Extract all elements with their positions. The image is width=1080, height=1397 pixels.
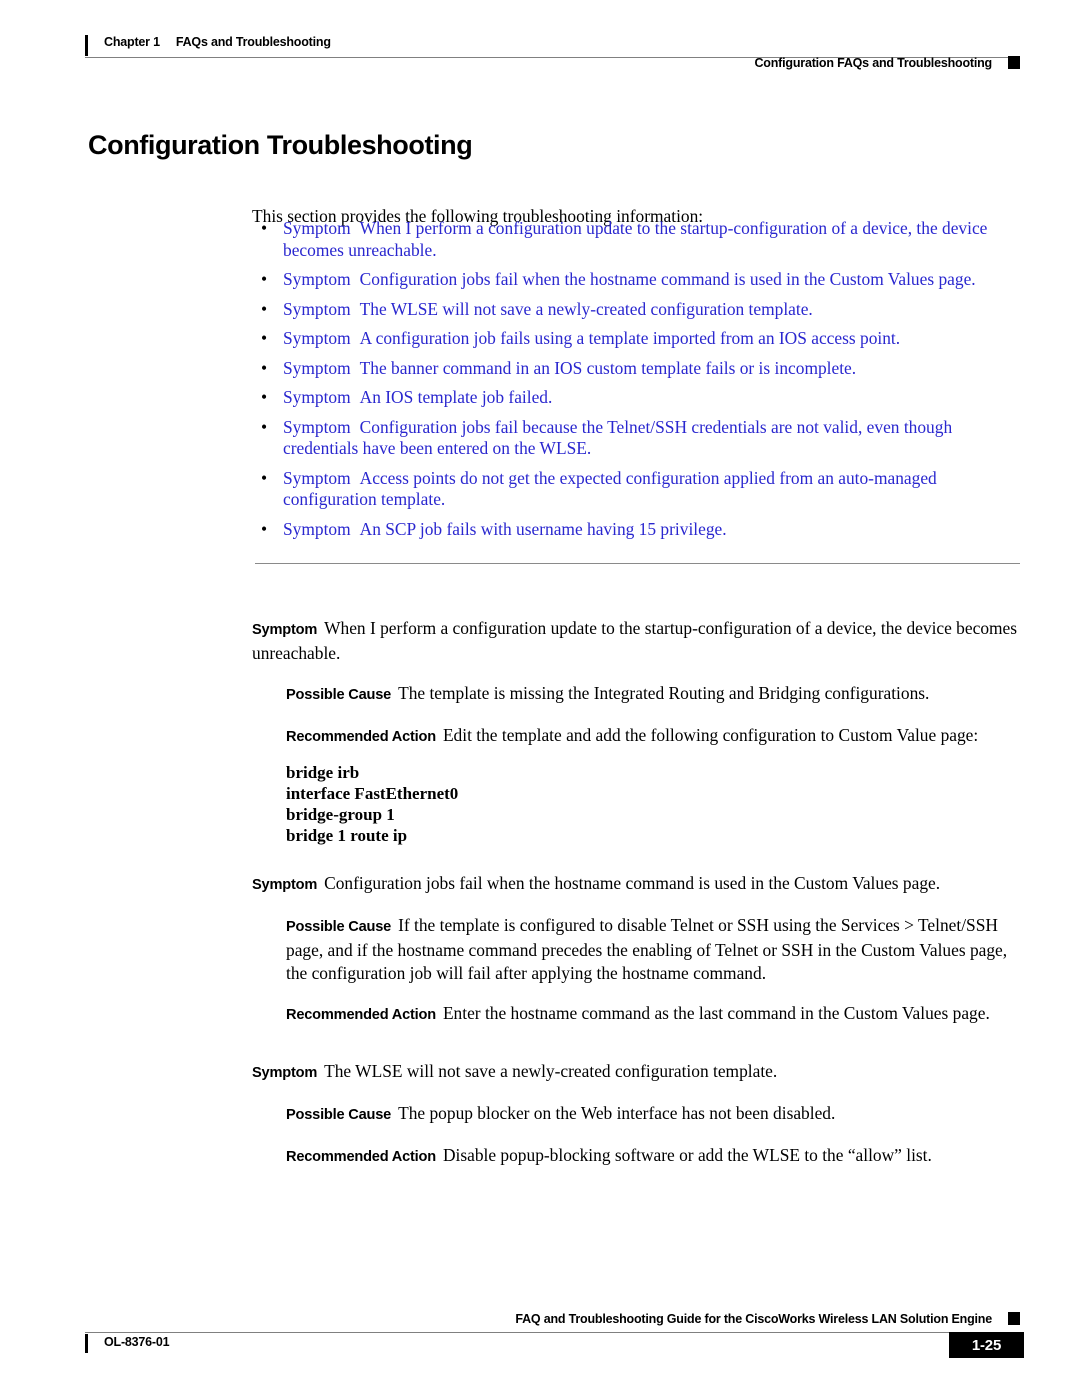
header-chapter-title: FAQs and Troubleshooting bbox=[175, 35, 331, 49]
document-page: Chapter 1 FAQs and Troubleshooting Config… bbox=[0, 0, 1080, 1397]
bullet-icon: • bbox=[261, 518, 268, 539]
symptom-link-label: Symptom bbox=[283, 218, 351, 238]
possible-cause: Possible Cause If the template is configu… bbox=[286, 914, 1024, 985]
list-item[interactable]: • Symptom An SCP job fails with username h… bbox=[252, 519, 1024, 541]
symptom-link-text: An SCP job fails with username having 15… bbox=[359, 518, 727, 539]
bullet-icon: • bbox=[261, 298, 268, 319]
possible-cause-label: Possible Cause bbox=[286, 1107, 392, 1123]
code-line: bridge irb bbox=[286, 763, 360, 782]
symptom-link-text: Configuration jobs fail when the hostnam… bbox=[359, 269, 976, 289]
section-divider bbox=[255, 563, 1020, 564]
symptom-link-label: Symptom bbox=[283, 416, 351, 437]
bullet-icon: • bbox=[261, 387, 268, 407]
symptom-link-label: Symptom bbox=[283, 269, 351, 289]
footer-document-id: OL-8376-01 bbox=[104, 1335, 170, 1349]
footer-square-marker-icon bbox=[1008, 1312, 1020, 1325]
symptom-link-list: • Symptom When I perform a configuration u… bbox=[252, 218, 1024, 548]
recommended-action-text: Disable popup-blocking software or add t… bbox=[442, 1145, 932, 1165]
recommended-action: Recommended Action Enter the hostname com… bbox=[286, 1002, 1024, 1027]
bullet-icon: • bbox=[261, 328, 268, 348]
symptom-label: Symptom bbox=[252, 622, 318, 638]
symptom-link-label: Symptom bbox=[283, 357, 351, 378]
possible-cause: Possible Cause The popup blocker on the W… bbox=[286, 1102, 1024, 1127]
symptom-statement: Symptom Configuration jobs fail when the … bbox=[252, 872, 1024, 897]
list-item[interactable]: • Symptom Access points do not get the exp… bbox=[252, 468, 1024, 511]
bullet-icon: • bbox=[261, 218, 268, 238]
symptom-link-label: Symptom bbox=[283, 298, 351, 319]
header-square-marker-icon bbox=[1008, 56, 1020, 69]
recommended-action-label: Recommended Action bbox=[286, 729, 436, 745]
list-item[interactable]: • Symptom The banner command in an IOS cus… bbox=[252, 358, 1024, 380]
code-block: bridge irb interface FastEthernet0 bridg… bbox=[286, 762, 1024, 846]
symptom-link-text: The WLSE will not save a newly-created c… bbox=[359, 298, 813, 319]
recommended-action: Recommended Action Edit the template and … bbox=[286, 724, 1024, 749]
recommended-action-label: Recommended Action bbox=[286, 1007, 436, 1023]
possible-cause-text: If the template is configured to disable… bbox=[286, 915, 1008, 983]
footer-rule bbox=[85, 1332, 1020, 1333]
possible-cause: Possible Cause The template is missing th… bbox=[286, 682, 1024, 707]
symptom-link-text: Access points do not get the expected co… bbox=[283, 467, 937, 510]
symptom-link-label: Symptom bbox=[283, 467, 351, 488]
symptom-section-2: Symptom Configuration jobs fail when the … bbox=[252, 872, 1024, 1027]
bullet-icon: • bbox=[261, 357, 268, 378]
bullet-icon: • bbox=[261, 269, 268, 289]
symptom-link-label: Symptom bbox=[283, 387, 351, 407]
symptom-text: The WLSE will not save a newly-created c… bbox=[324, 1061, 778, 1081]
symptom-link-label: Symptom bbox=[283, 328, 351, 348]
recommended-action-label: Recommended Action bbox=[286, 1149, 436, 1165]
symptom-text: When I perform a configuration update to… bbox=[252, 618, 1018, 663]
symptom-text: Configuration jobs fail when the hostnam… bbox=[324, 873, 941, 893]
footer-tick-mark bbox=[85, 1334, 88, 1353]
page-number-badge: 1-25 bbox=[949, 1332, 1024, 1358]
list-item[interactable]: • Symptom When I perform a configuration u… bbox=[252, 218, 1024, 261]
list-item[interactable]: • Symptom A configuration job fails using … bbox=[252, 328, 1024, 350]
bullet-icon: • bbox=[261, 416, 268, 437]
running-header: Chapter 1 FAQs and Troubleshooting Config… bbox=[0, 0, 1080, 90]
list-item[interactable]: • Symptom An IOS template job failed. bbox=[252, 387, 1024, 409]
header-running-head: Configuration FAQs and Troubleshooting bbox=[754, 56, 992, 70]
symptom-section-1: Symptom When I perform a configuration up… bbox=[252, 617, 1024, 846]
symptom-link-label: Symptom bbox=[283, 518, 351, 539]
symptom-link-text: Configuration jobs fail because the Teln… bbox=[283, 416, 953, 459]
symptom-label: Symptom bbox=[252, 1065, 318, 1081]
list-item[interactable]: • Symptom Configuration jobs fail when the… bbox=[252, 269, 1024, 291]
recommended-action: Recommended Action Disable popup-blocking… bbox=[286, 1144, 1024, 1169]
list-item[interactable]: • Symptom The WLSE will not save a newly-c… bbox=[252, 299, 1024, 321]
symptom-statement: Symptom When I perform a configuration up… bbox=[252, 617, 1024, 665]
code-line: interface FastEthernet0 bbox=[286, 784, 459, 803]
recommended-action-text: Enter the hostname command as the last c… bbox=[442, 1003, 990, 1023]
code-line: bridge 1 route ip bbox=[286, 826, 408, 845]
list-item[interactable]: • Symptom Configuration jobs fail because … bbox=[252, 417, 1024, 460]
running-footer: FAQ and Troubleshooting Guide for the Ci… bbox=[0, 1300, 1080, 1397]
possible-cause-label: Possible Cause bbox=[286, 687, 392, 703]
symptom-statement: Symptom The WLSE will not save a newly-cr… bbox=[252, 1060, 1024, 1085]
possible-cause-text: The popup blocker on the Web interface h… bbox=[398, 1103, 836, 1123]
symptom-link-text: The banner command in an IOS custom temp… bbox=[359, 357, 857, 378]
recommended-action-text: Edit the template and add the following … bbox=[442, 725, 979, 745]
code-line: bridge-group 1 bbox=[286, 805, 395, 824]
symptom-link-text: A configuration job fails using a templa… bbox=[359, 328, 901, 348]
symptom-link-text: An IOS template job failed. bbox=[359, 387, 553, 407]
header-chapter-number: Chapter 1 bbox=[104, 35, 160, 49]
bullet-icon: • bbox=[261, 467, 268, 488]
symptom-link-text: When I perform a configuration update to… bbox=[283, 218, 988, 260]
header-chapter-label: Chapter 1 FAQs and Troubleshooting bbox=[104, 35, 331, 49]
footer-doc-title: FAQ and Troubleshooting Guide for the Ci… bbox=[515, 1312, 992, 1326]
symptom-label: Symptom bbox=[252, 877, 318, 893]
header-tick-mark bbox=[85, 35, 88, 56]
page-title: Configuration Troubleshooting bbox=[88, 130, 473, 160]
possible-cause-text: The template is missing the Integrated R… bbox=[398, 683, 930, 703]
possible-cause-label: Possible Cause bbox=[286, 919, 392, 935]
symptom-section-3: Symptom The WLSE will not save a newly-cr… bbox=[252, 1060, 1024, 1169]
